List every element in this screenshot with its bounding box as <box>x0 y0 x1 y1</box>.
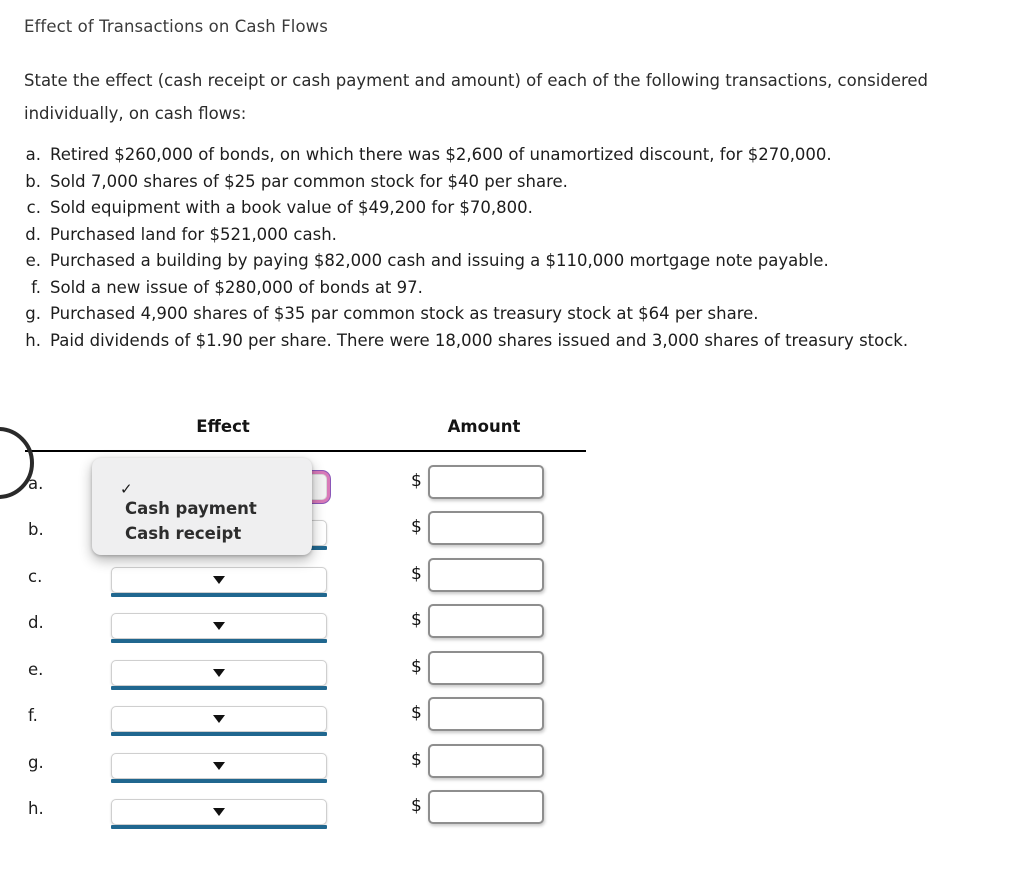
list-item-marker: h. <box>25 330 41 350</box>
effect-select-c[interactable] <box>111 567 327 597</box>
list-item: f. Sold a new issue of $280,000 of bonds… <box>20 275 1010 302</box>
dropdown-option-cash-payment[interactable]: Cash payment <box>125 499 257 518</box>
dropdown-option-cash-receipt[interactable]: Cash receipt <box>125 524 241 543</box>
amount-input-e[interactable] <box>428 651 544 685</box>
list-item-text: Sold 7,000 shares of $25 par common stoc… <box>50 171 568 191</box>
row-label: h. <box>28 799 44 818</box>
list-item-marker: e. <box>25 251 41 270</box>
list-item: d. Purchased land for $521,000 cash. <box>20 222 1010 249</box>
effect-select-g[interactable] <box>111 753 327 783</box>
caret-down-icon <box>213 808 225 816</box>
currency-symbol: $ <box>411 471 422 491</box>
amount-input-g[interactable] <box>428 744 544 778</box>
list-item-text: Sold a new issue of $280,000 of bonds at… <box>50 277 423 297</box>
currency-symbol: $ <box>411 750 422 770</box>
currency-symbol: $ <box>411 517 422 537</box>
column-header-amount: Amount <box>447 417 521 436</box>
list-item-marker: a. <box>25 145 41 164</box>
caret-down-icon <box>213 715 225 723</box>
effect-select-d[interactable] <box>111 613 327 643</box>
amount-input-f[interactable] <box>428 697 544 731</box>
transaction-list: a. Retired $260,000 of bonds, on which t… <box>20 142 1010 354</box>
checkmark-icon: ✓ <box>120 480 133 498</box>
row-label: g. <box>28 753 44 772</box>
row-label: d. <box>28 613 44 632</box>
row-label: f. <box>28 706 38 725</box>
list-item: g. Purchased 4,900 shares of $35 par com… <box>20 301 1010 328</box>
select-underline <box>111 593 327 597</box>
list-item-marker: c. <box>26 198 41 217</box>
list-item-marker: f. <box>31 277 41 297</box>
effect-select-e[interactable] <box>111 660 327 690</box>
row-label: c. <box>28 567 43 586</box>
select-underline <box>111 686 327 690</box>
instructions-paragraph: State the effect (cash receipt or cash p… <box>24 71 929 123</box>
row-label: e. <box>28 660 44 679</box>
caret-down-icon <box>213 622 225 630</box>
currency-symbol: $ <box>411 703 422 723</box>
list-item: h. Paid dividends of $1.90 per share. Th… <box>20 328 1010 355</box>
amount-input-c[interactable] <box>428 558 544 592</box>
list-item-text: Retired $260,000 of bonds, on which ther… <box>50 145 832 164</box>
effect-select-h[interactable] <box>111 799 327 829</box>
amount-input-b[interactable] <box>428 511 544 545</box>
page-title: Effect of Transactions on Cash Flows <box>24 17 328 36</box>
list-item-text: Purchased 4,900 shares of $35 par common… <box>50 304 759 323</box>
list-item: c. Sold equipment with a book value of $… <box>20 195 1010 222</box>
caret-down-icon <box>213 576 225 584</box>
list-item-text: Sold equipment with a book value of $49,… <box>50 198 533 217</box>
caret-down-icon <box>213 762 225 770</box>
effect-dropdown-menu[interactable]: ✓ Cash payment Cash receipt <box>92 458 312 555</box>
currency-symbol: $ <box>411 796 422 816</box>
list-item-marker: g. <box>25 304 41 323</box>
effect-select-f[interactable] <box>111 706 327 736</box>
list-item: b. Sold 7,000 shares of $25 par common s… <box>20 169 1010 196</box>
column-header-effect: Effect <box>196 417 250 436</box>
currency-symbol: $ <box>411 610 422 630</box>
row-label: b. <box>28 520 44 539</box>
list-item: e. Purchased a building by paying $82,00… <box>20 248 1010 275</box>
select-underline <box>111 779 327 783</box>
amount-input-h[interactable] <box>428 790 544 824</box>
list-item-text: Purchased land for $521,000 cash. <box>50 224 337 244</box>
list-item-marker: d. <box>25 224 41 244</box>
list-item-text: Purchased a building by paying $82,000 c… <box>50 251 829 270</box>
amount-input-a[interactable] <box>428 465 544 499</box>
select-underline <box>111 639 327 643</box>
table-header-rule <box>25 450 586 452</box>
currency-symbol: $ <box>411 564 422 584</box>
amount-input-d[interactable] <box>428 604 544 638</box>
select-underline <box>111 825 327 829</box>
list-item-marker: b. <box>25 171 41 191</box>
caret-down-icon <box>213 669 225 677</box>
list-item-text: Paid dividends of $1.90 per share. There… <box>50 330 909 350</box>
currency-symbol: $ <box>411 657 422 677</box>
list-item: a. Retired $260,000 of bonds, on which t… <box>20 142 1010 169</box>
select-underline <box>111 732 327 736</box>
